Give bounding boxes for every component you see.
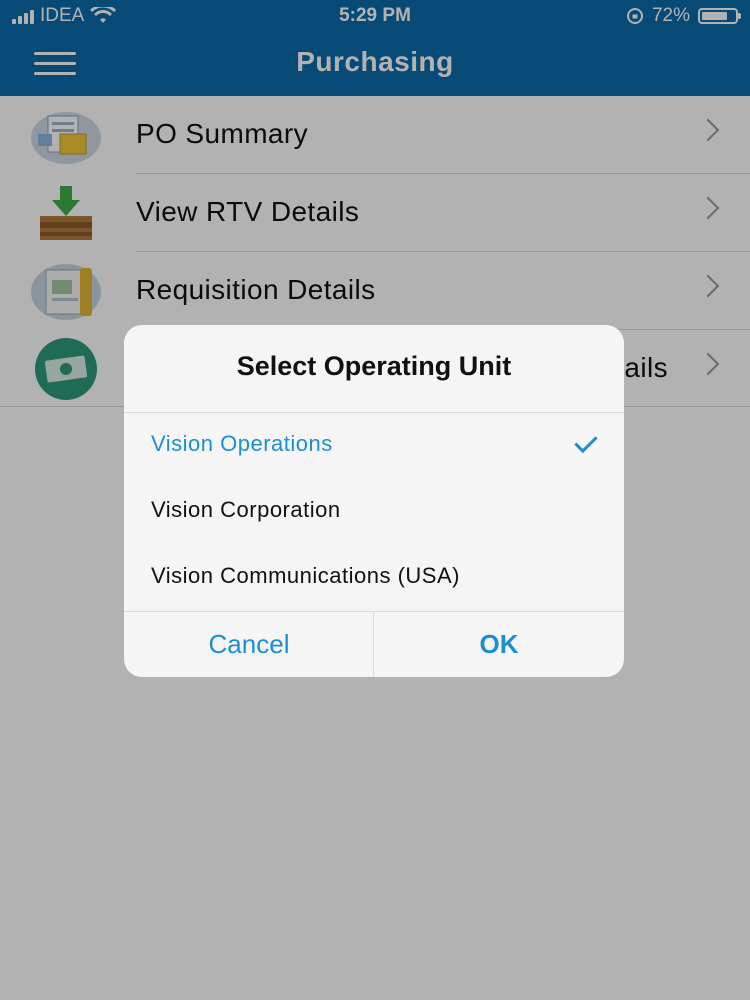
cancel-button[interactable]: Cancel — [124, 612, 374, 677]
option-label: Vision Communications (USA) — [151, 563, 460, 588]
option-label: Vision Operations — [151, 431, 333, 456]
option-vision-corporation[interactable]: Vision Corporation — [124, 479, 624, 545]
dialog-title: Select Operating Unit — [236, 351, 512, 381]
option-vision-operations[interactable]: Vision Operations — [124, 413, 624, 479]
ok-button[interactable]: OK — [374, 612, 624, 677]
option-label: Vision Corporation — [151, 497, 341, 522]
select-operating-unit-dialog: Select Operating Unit Vision Operations … — [124, 325, 624, 677]
checkmark-icon — [574, 429, 598, 454]
option-vision-communications-usa[interactable]: Vision Communications (USA) — [124, 545, 624, 611]
